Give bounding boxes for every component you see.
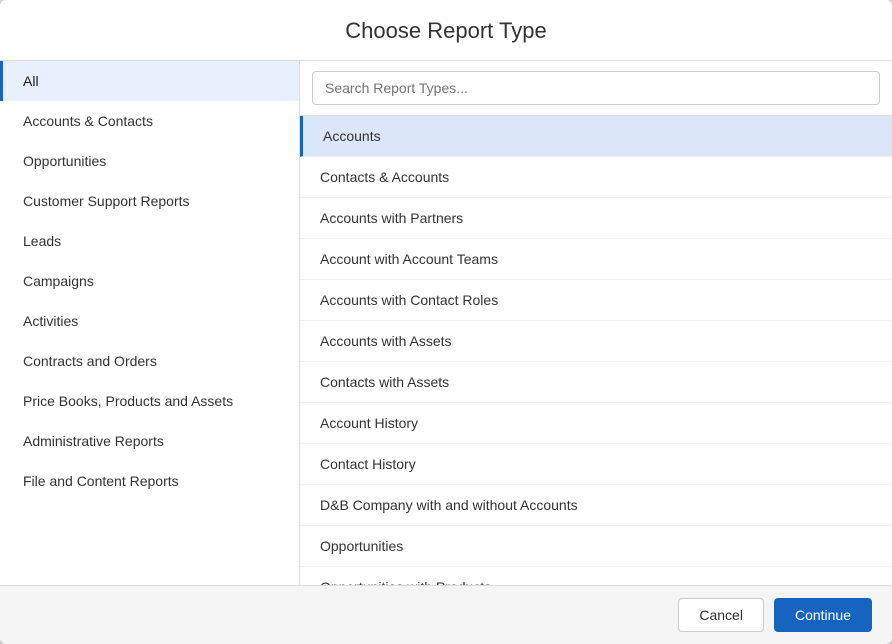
dialog-footer: Cancel Continue <box>0 585 892 644</box>
choose-report-type-dialog: Choose Report Type AllAccounts & Contact… <box>0 0 892 644</box>
left-panel-item-price-books[interactable]: Price Books, Products and Assets <box>0 381 299 421</box>
left-panel-item-file-content[interactable]: File and Content Reports <box>0 461 299 501</box>
continue-button[interactable]: Continue <box>774 598 872 632</box>
report-item-opportunities[interactable]: Opportunities <box>300 526 892 567</box>
report-item-opportunities-products[interactable]: Opportunities with Products <box>300 567 892 585</box>
dialog-title: Choose Report Type <box>20 18 872 44</box>
report-item-accounts-assets[interactable]: Accounts with Assets <box>300 321 892 362</box>
search-bar <box>300 61 892 116</box>
report-item-accounts-contact-roles[interactable]: Accounts with Contact Roles <box>300 280 892 321</box>
report-item-accounts-partners[interactable]: Accounts with Partners <box>300 198 892 239</box>
report-item-account-history[interactable]: Account History <box>300 403 892 444</box>
left-panel-item-accounts-contacts[interactable]: Accounts & Contacts <box>0 101 299 141</box>
left-panel-item-all[interactable]: All <box>0 61 299 101</box>
report-item-account-teams[interactable]: Account with Account Teams <box>300 239 892 280</box>
report-item-contacts-assets[interactable]: Contacts with Assets <box>300 362 892 403</box>
search-input[interactable] <box>312 71 880 105</box>
dialog-header: Choose Report Type <box>0 0 892 61</box>
left-panel-item-contracts-orders[interactable]: Contracts and Orders <box>0 341 299 381</box>
report-item-dnb-company[interactable]: D&B Company with and without Accounts <box>300 485 892 526</box>
left-panel-item-administrative[interactable]: Administrative Reports <box>0 421 299 461</box>
left-panel-item-activities[interactable]: Activities <box>0 301 299 341</box>
left-panel-item-leads[interactable]: Leads <box>0 221 299 261</box>
cancel-button[interactable]: Cancel <box>678 598 764 632</box>
left-panel-item-campaigns[interactable]: Campaigns <box>0 261 299 301</box>
left-panel: AllAccounts & ContactsOpportunitiesCusto… <box>0 61 300 585</box>
report-list: AccountsContacts & AccountsAccounts with… <box>300 116 892 585</box>
left-panel-item-opportunities[interactable]: Opportunities <box>0 141 299 181</box>
right-panel: AccountsContacts & AccountsAccounts with… <box>300 61 892 585</box>
dialog-body: AllAccounts & ContactsOpportunitiesCusto… <box>0 61 892 585</box>
left-panel-item-customer-support[interactable]: Customer Support Reports <box>0 181 299 221</box>
report-item-contact-history[interactable]: Contact History <box>300 444 892 485</box>
report-item-contacts-accounts[interactable]: Contacts & Accounts <box>300 157 892 198</box>
report-item-accounts[interactable]: Accounts <box>300 116 892 157</box>
